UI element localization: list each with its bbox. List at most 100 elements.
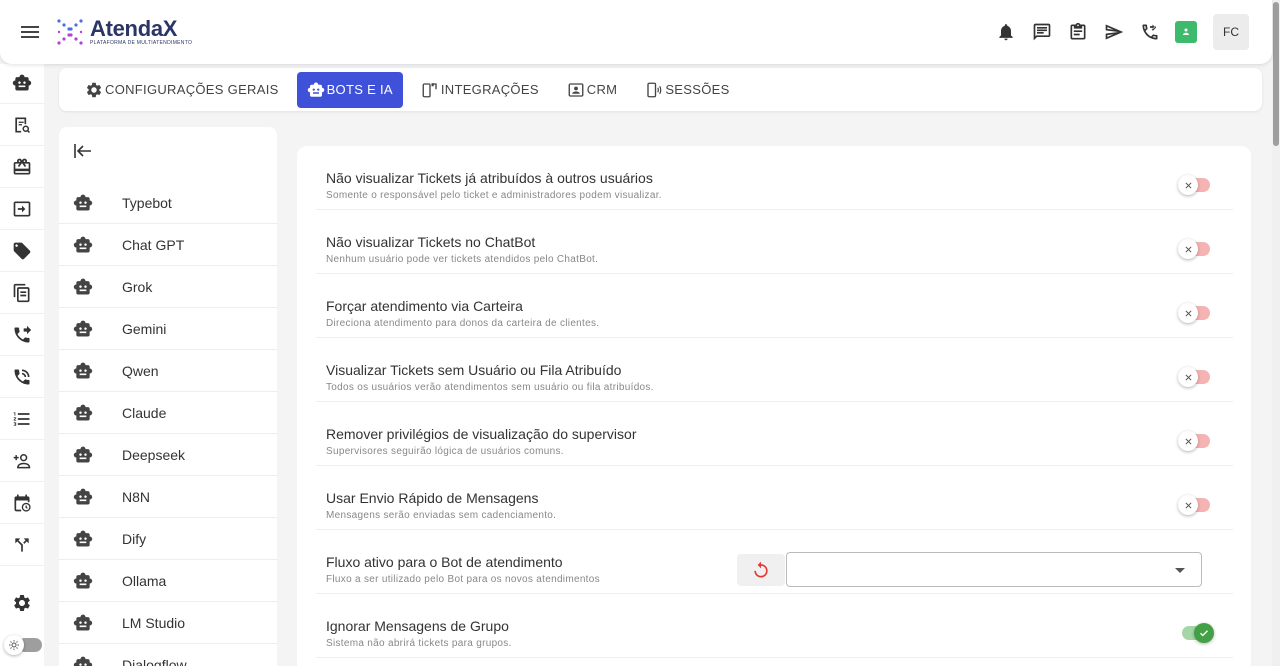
bot-item[interactable]: Gemini bbox=[59, 308, 277, 350]
tab-label: CONFIGURAÇÕES GERAIS bbox=[105, 82, 279, 97]
menu-icon[interactable] bbox=[20, 22, 40, 42]
tab-integracoes[interactable]: INTEGRAÇÕES bbox=[411, 72, 549, 108]
setting-toggle[interactable] bbox=[1182, 623, 1214, 643]
rail-clipboard-list[interactable] bbox=[0, 272, 44, 314]
close-icon bbox=[1178, 431, 1198, 451]
list-numbered-icon bbox=[13, 411, 30, 426]
bot-item-label: Gemini bbox=[122, 320, 167, 337]
setting-row: Não visualizar Tickets já atribuídos à o… bbox=[316, 146, 1233, 210]
receipt-search-icon bbox=[15, 117, 31, 133]
header-actions: FC bbox=[988, 14, 1249, 50]
setting-title: Não visualizar Tickets no ChatBot bbox=[326, 234, 536, 250]
rail-schedule[interactable] bbox=[0, 482, 44, 524]
rail-gifts[interactable] bbox=[0, 146, 44, 188]
rail-numbered-list[interactable] bbox=[0, 398, 44, 440]
rail-settings[interactable] bbox=[0, 582, 44, 624]
close-icon bbox=[1178, 303, 1198, 323]
tab-sessoes[interactable]: SESSÕES bbox=[635, 72, 739, 108]
user-avatar[interactable]: FC bbox=[1213, 14, 1249, 50]
bot-item-label: Chat GPT bbox=[122, 236, 185, 253]
setting-description: Somente o responsável pelo ticket e admi… bbox=[326, 190, 662, 201]
setting-toggle[interactable] bbox=[1178, 431, 1210, 451]
message-forward-icon bbox=[13, 201, 31, 216]
app-logo[interactable]: AtendaX PLATAFORMA DE MULTIATENDIMENTO bbox=[56, 14, 192, 50]
app-name: AtendaX bbox=[90, 16, 178, 41]
rail-flow[interactable] bbox=[0, 524, 44, 566]
bot-item[interactable]: LM Studio bbox=[59, 602, 277, 644]
tab-bots-e-ia[interactable]: BOTS E IA bbox=[296, 71, 403, 108]
tab-label: INTEGRAÇÕES bbox=[440, 82, 539, 97]
robot-icon bbox=[73, 614, 93, 631]
close-icon bbox=[1178, 175, 1198, 195]
app-tagline: PLATAFORMA DE MULTIATENDIMENTO bbox=[90, 40, 193, 46]
bot-item[interactable]: Dialogflow bbox=[59, 644, 277, 666]
bot-item-label: Grok bbox=[122, 278, 153, 295]
tab-label: CRM bbox=[586, 82, 618, 97]
rail-receipts[interactable] bbox=[0, 104, 44, 146]
robot-icon bbox=[12, 74, 32, 90]
rail-bots[interactable] bbox=[0, 62, 44, 104]
tab-configuracoes-gerais[interactable]: CONFIGURAÇÕES GERAIS bbox=[75, 72, 289, 108]
bot-item-label: N8N bbox=[122, 488, 151, 505]
bot-item[interactable]: N8N bbox=[59, 476, 277, 518]
bot-item[interactable]: Grok bbox=[59, 266, 277, 308]
bot-item[interactable]: Dify bbox=[59, 518, 277, 560]
setting-toggle[interactable] bbox=[1178, 495, 1210, 515]
scrollbar-thumb[interactable] bbox=[1273, 2, 1279, 146]
bot-item[interactable]: Typebot bbox=[59, 182, 277, 224]
setting-toggle[interactable] bbox=[1178, 367, 1210, 387]
bell-icon[interactable] bbox=[988, 14, 1024, 50]
theme-toggle-thumb bbox=[4, 635, 24, 655]
chat-icon[interactable] bbox=[1024, 14, 1060, 50]
app-header: AtendaX PLATAFORMA DE MULTIATENDIMENTO F… bbox=[0, 0, 1272, 64]
reset-flow-button[interactable] bbox=[737, 554, 785, 586]
setting-toggle[interactable] bbox=[1178, 175, 1210, 195]
settings-icon bbox=[14, 595, 30, 611]
bot-item-label: Dify bbox=[122, 530, 147, 547]
setting-title: Remover privilégios de visualização do s… bbox=[326, 426, 637, 442]
bot-item-label: LM Studio bbox=[122, 614, 186, 631]
setting-row: Forçar atendimento via Carteira Direciona… bbox=[316, 274, 1233, 338]
rail-phone-forward[interactable] bbox=[0, 314, 44, 356]
tab-label: SESSÕES bbox=[665, 82, 730, 97]
tab-label: BOTS E IA bbox=[326, 82, 393, 97]
robot-icon bbox=[73, 488, 93, 505]
phone-call-icon[interactable] bbox=[1132, 14, 1168, 50]
theme-toggle[interactable] bbox=[4, 635, 44, 655]
contact-card-icon bbox=[568, 82, 584, 97]
rail-phone-transfer[interactable] bbox=[0, 356, 44, 398]
check-icon bbox=[1194, 623, 1214, 643]
tab-crm[interactable]: CRM bbox=[557, 72, 628, 108]
bot-item-label: Ollama bbox=[122, 572, 167, 589]
user-status-icon[interactable] bbox=[1175, 21, 1197, 43]
bot-item[interactable]: Qwen bbox=[59, 350, 277, 392]
bot-item[interactable]: Ollama bbox=[59, 560, 277, 602]
robot-icon bbox=[73, 572, 93, 589]
bot-item[interactable]: Chat GPT bbox=[59, 224, 277, 266]
setting-toggle[interactable] bbox=[1178, 239, 1210, 259]
collapse-sidebar-icon[interactable] bbox=[71, 139, 95, 163]
robot-icon bbox=[73, 656, 93, 666]
send-icon[interactable] bbox=[1096, 14, 1132, 50]
rail-add-person[interactable] bbox=[0, 440, 44, 482]
robot-icon bbox=[73, 530, 93, 547]
rail-message-forward[interactable] bbox=[0, 188, 44, 230]
page-scrollbar[interactable] bbox=[1272, 0, 1280, 666]
bot-item[interactable]: Deepseek bbox=[59, 434, 277, 476]
robot-icon bbox=[73, 278, 93, 295]
setting-row: Visualizar Tickets sem Usuário ou Fila A… bbox=[316, 338, 1233, 402]
clipboard-icon[interactable] bbox=[1060, 14, 1096, 50]
robot-icon bbox=[73, 362, 93, 379]
setting-title: Usar Envio Rápido de Mensagens bbox=[326, 490, 539, 506]
robot-icon bbox=[73, 446, 93, 463]
bot-flow-select[interactable] bbox=[786, 552, 1202, 587]
sun-icon bbox=[9, 640, 19, 650]
setting-row: Remover privilégios de visualização do s… bbox=[316, 402, 1233, 466]
setting-description: Mensagens serão enviadas sem cadenciamen… bbox=[326, 510, 557, 521]
bot-item[interactable]: Claude bbox=[59, 392, 277, 434]
person-add-icon bbox=[13, 453, 31, 468]
setting-toggle[interactable] bbox=[1178, 303, 1210, 323]
rail-tags[interactable] bbox=[0, 230, 44, 272]
phone-link-icon bbox=[422, 82, 437, 97]
bot-item-label: Dialogflow bbox=[122, 656, 187, 666]
